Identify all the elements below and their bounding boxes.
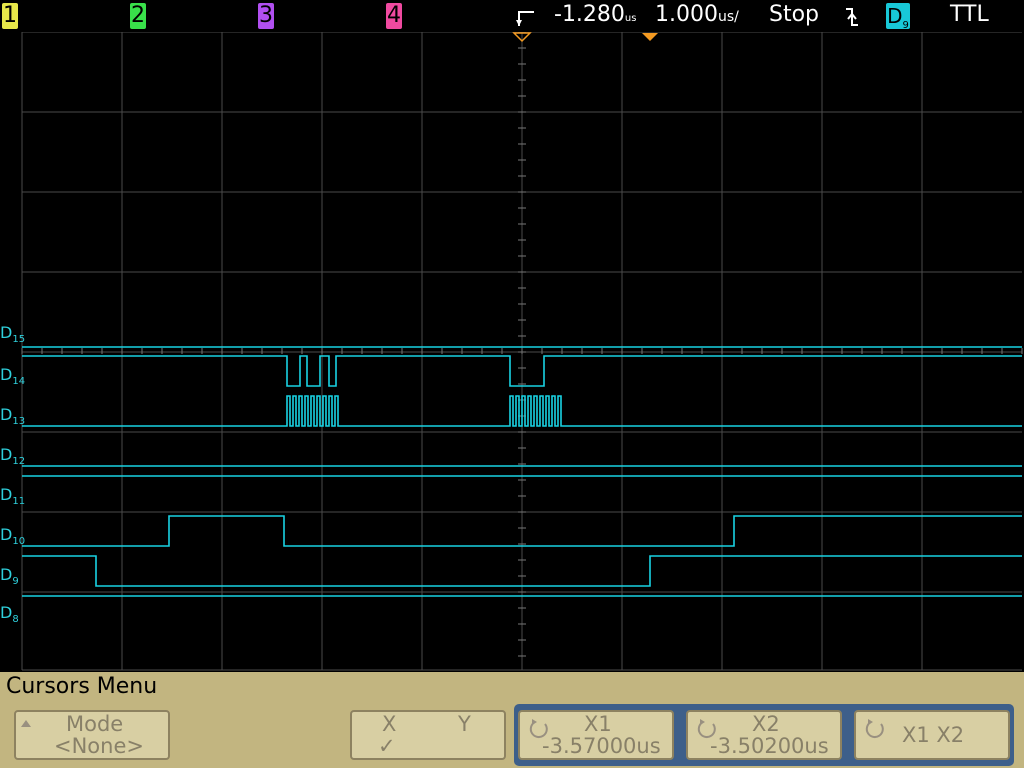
trigger-source-number: 9 xyxy=(902,20,909,31)
xy-y-label: Y xyxy=(458,712,471,736)
x2-value: -3.50200us xyxy=(710,734,829,758)
entry-knob-icon xyxy=(865,719,884,739)
label-d11: D11 xyxy=(0,486,25,511)
softkey-menu: Cursors Menu Mode <None> X Y ✓ X1 -3.570… xyxy=(0,672,1024,768)
label-d8-letter: D xyxy=(0,603,13,622)
waveform-display[interactable]: D15 D14 D13 D12 D11 D10 D9 D8 xyxy=(0,32,1024,672)
x1x2-softkey[interactable]: X1 X2 xyxy=(854,710,1010,760)
label-d9-letter: D xyxy=(0,565,13,584)
x1-value: -3.57000us xyxy=(542,734,661,758)
run-state[interactable]: Stop xyxy=(769,2,819,27)
x2-softkey[interactable]: X2 -3.50200us xyxy=(686,710,842,760)
label-d14-num: 14 xyxy=(12,376,26,388)
x2-label: X2 xyxy=(752,712,780,736)
mode-label: Mode xyxy=(66,712,124,736)
menu-title: Cursors Menu xyxy=(6,674,158,699)
label-d9: D9 xyxy=(0,566,19,591)
label-d12: D12 xyxy=(0,446,25,471)
trigger-level[interactable]: TTL xyxy=(950,2,989,27)
label-d10: D10 xyxy=(0,526,25,551)
timebase-readout: 1.000us/ xyxy=(655,2,739,27)
label-d8-num: 8 xyxy=(12,614,19,626)
label-d10-num: 10 xyxy=(12,536,26,548)
up-arrow-icon xyxy=(21,720,31,727)
label-d13-letter: D xyxy=(0,405,13,424)
x1-label: X1 xyxy=(584,712,612,736)
label-d11-num: 11 xyxy=(12,496,26,508)
label-d15-num: 15 xyxy=(12,334,26,346)
channel-2-indicator[interactable]: 2 xyxy=(130,3,146,29)
delay-unit: us xyxy=(624,13,637,24)
label-d13: D13 xyxy=(0,406,25,431)
mode-value: <None> xyxy=(54,734,144,758)
trace-d13 xyxy=(22,395,1022,427)
label-d12-letter: D xyxy=(0,445,13,464)
trigger-source-letter: D xyxy=(887,4,903,28)
waveform-canvas xyxy=(21,32,1023,671)
xy-x-label: X xyxy=(382,712,397,736)
xy-softkey[interactable]: X Y ✓ xyxy=(350,710,506,760)
label-d10-letter: D xyxy=(0,525,13,544)
timebase-value: 1.000 xyxy=(655,2,718,27)
channel-4-indicator[interactable]: 4 xyxy=(386,3,402,29)
channel-3-indicator[interactable]: 3 xyxy=(258,3,274,29)
channel-1-indicator[interactable]: 1 xyxy=(2,3,18,29)
label-d12-num: 12 xyxy=(12,456,26,468)
status-bar: 1 2 3 4 -1.280us 1.000us/ Stop D9 TTL xyxy=(0,0,1024,32)
x1x2-label: X1 X2 xyxy=(902,723,965,747)
timebase-unit: us/ xyxy=(717,9,739,25)
label-d11-letter: D xyxy=(0,485,13,504)
label-d14: D14 xyxy=(0,366,25,391)
label-d9-num: 9 xyxy=(12,576,19,588)
label-d15: D15 xyxy=(0,324,25,349)
x1-softkey[interactable]: X1 -3.57000us xyxy=(518,710,674,760)
trigger-source-badge[interactable]: D9 xyxy=(886,3,910,31)
falling-edge-icon xyxy=(846,8,858,26)
cursor-marker[interactable] xyxy=(642,33,658,41)
label-d13-num: 13 xyxy=(12,416,26,428)
mode-softkey[interactable]: Mode <None> xyxy=(14,710,170,760)
delay-readout: -1.280us xyxy=(554,2,636,27)
delay-value: -1.280 xyxy=(554,2,625,27)
label-d14-letter: D xyxy=(0,365,13,384)
label-d15-letter: D xyxy=(0,323,13,342)
trigger-reference-icon xyxy=(516,11,534,26)
xy-check-icon: ✓ xyxy=(378,734,396,758)
label-d8: D8 xyxy=(0,604,19,629)
